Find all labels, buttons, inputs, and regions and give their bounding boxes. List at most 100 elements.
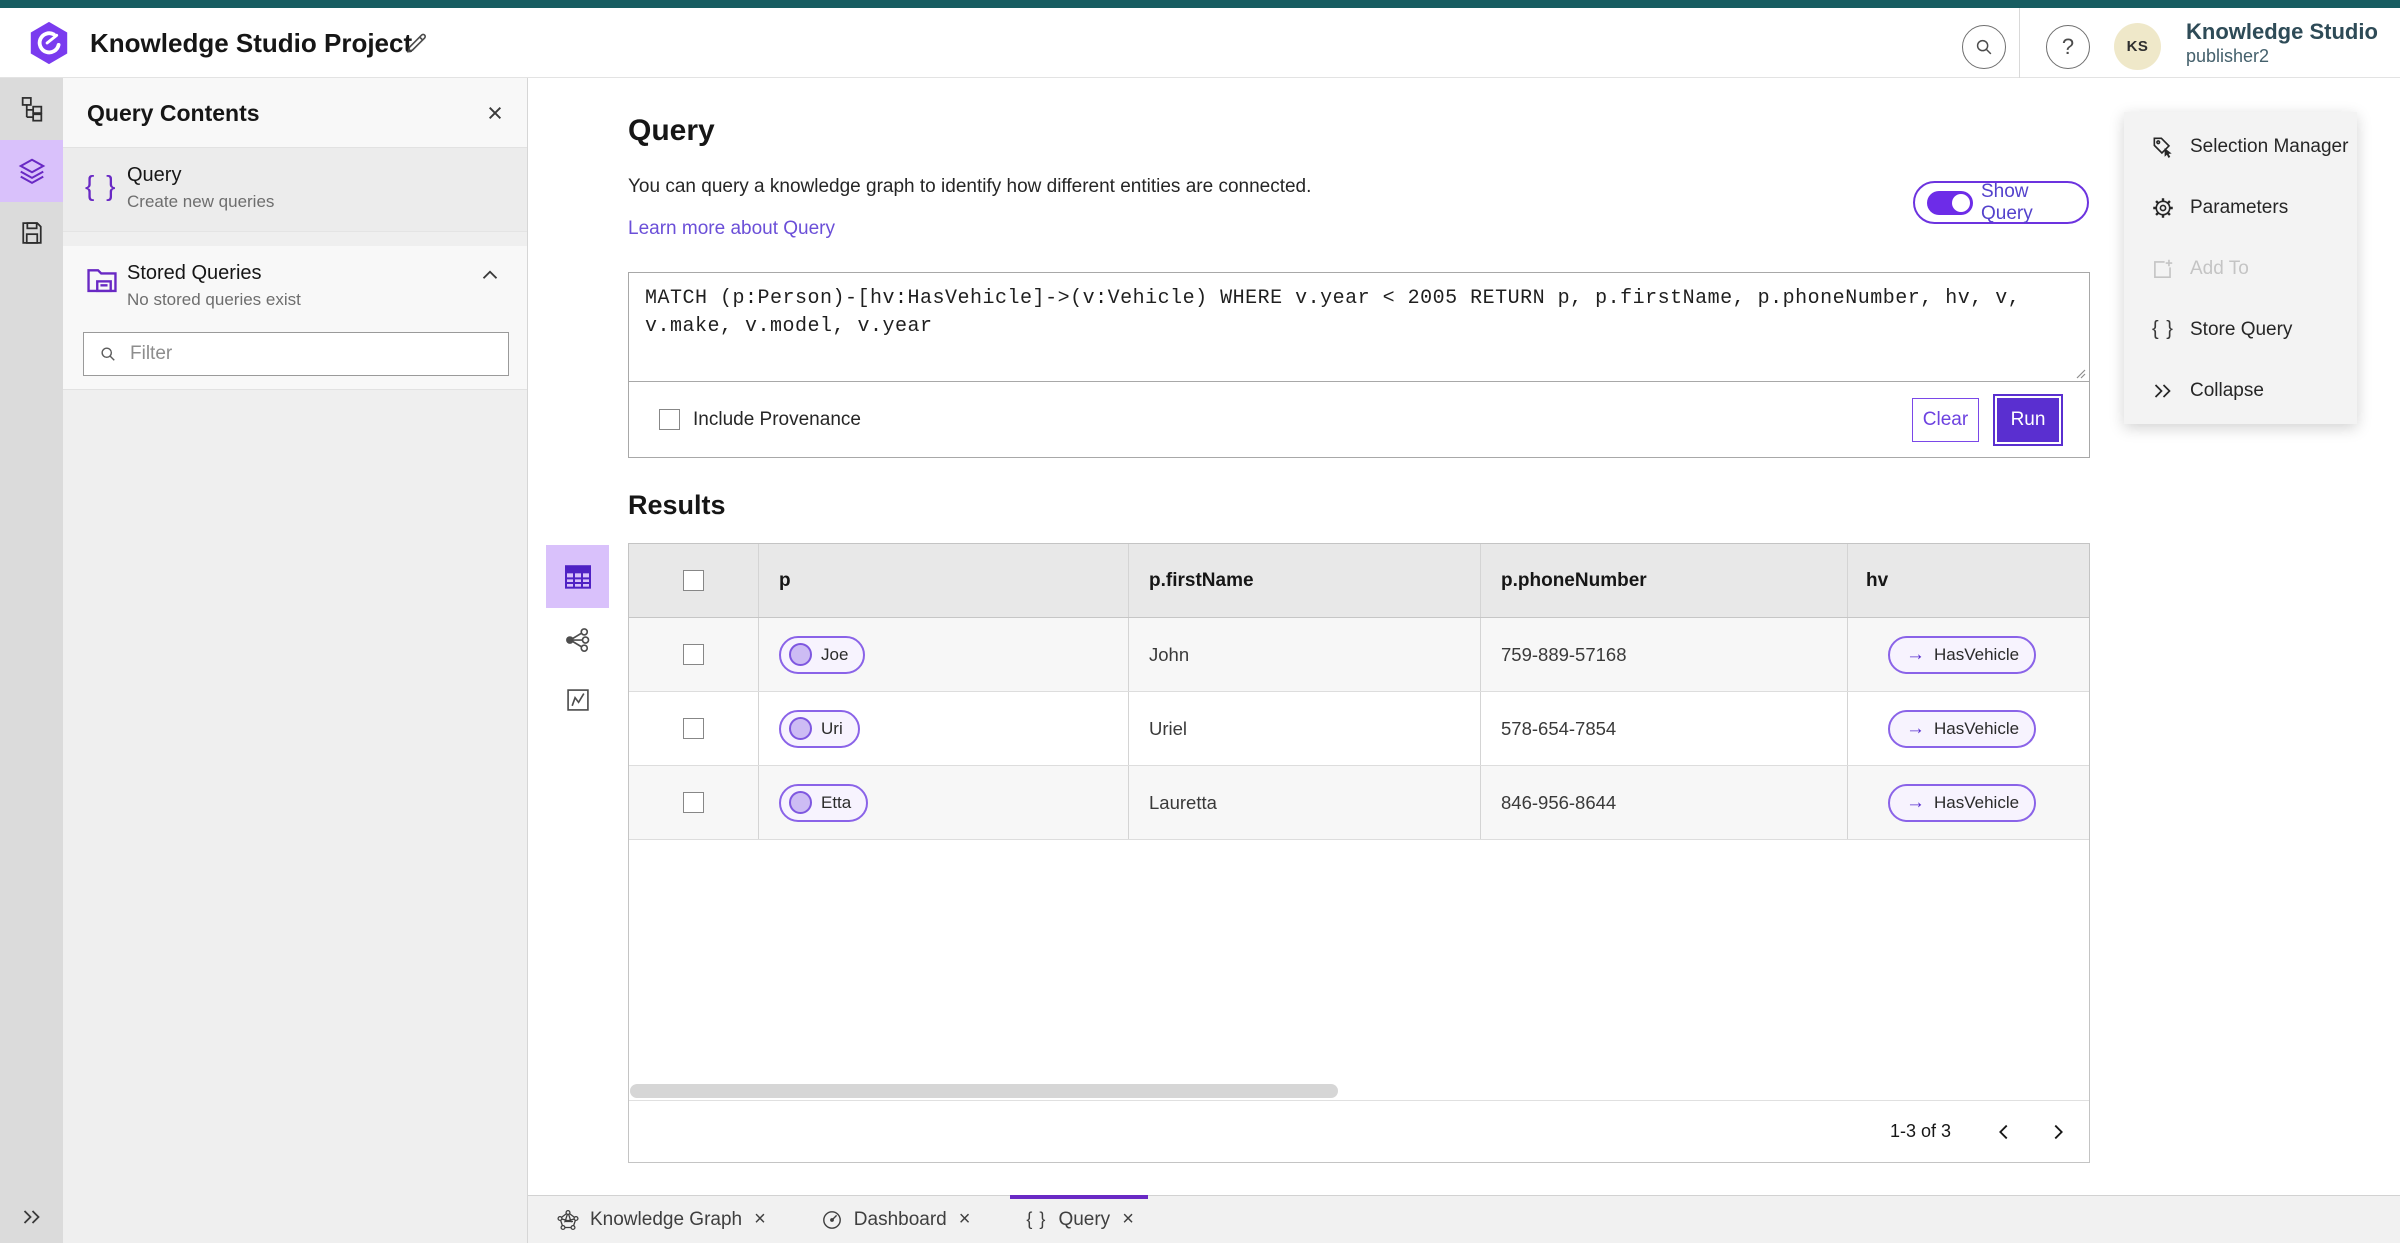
menu-item-collapse[interactable]: Collapse (2124, 360, 2357, 421)
results-title: Results (628, 490, 726, 520)
tab-label: Dashboard (853, 1208, 947, 1230)
row-checkbox[interactable] (683, 644, 704, 665)
select-all-checkbox[interactable] (683, 570, 704, 591)
braces-icon: { } (85, 170, 118, 201)
rail-item-query-layers[interactable] (0, 140, 63, 202)
stored-queries-section: Stored Queries No stored queries exist (63, 246, 527, 390)
header-divider (2019, 8, 2020, 78)
tab-query[interactable]: { } Query × (1010, 1195, 1149, 1243)
toggle-switch[interactable] (1927, 190, 1973, 215)
row-checkbox[interactable] (683, 792, 704, 813)
stored-queries-title: Stored Queries (127, 262, 262, 284)
selection-manager-icon (2150, 134, 2176, 160)
column-header-firstname[interactable]: p.firstName (1129, 544, 1481, 617)
filter-field (83, 332, 509, 376)
main-content: Query You can query a knowledge graph to… (528, 78, 2400, 1195)
chart-view-button[interactable] (546, 678, 609, 722)
menu-item-parameters[interactable]: Parameters (2124, 177, 2357, 238)
panel-item-query[interactable]: { } Query Create new queries (63, 148, 527, 232)
collapse-section-button[interactable] (477, 262, 507, 292)
clear-button[interactable]: Clear (1912, 397, 1979, 442)
cell-first-name: John (1129, 618, 1481, 691)
tab-knowledge-graph[interactable]: Knowledge Graph × (542, 1196, 780, 1243)
graph-view-button[interactable] (546, 618, 609, 662)
cell-first-name: Uriel (1129, 692, 1481, 765)
next-page-button[interactable] (2043, 1117, 2073, 1147)
query-editor-footer: Include Provenance Clear Run (629, 382, 2089, 457)
entity-pill[interactable]: Uri (779, 709, 860, 748)
close-panel-button[interactable]: × (477, 95, 513, 131)
help-icon: ? (2061, 34, 2075, 59)
entity-node-icon (789, 717, 812, 740)
learn-more-link[interactable]: Learn more about Query (628, 218, 835, 240)
chevron-right-icon (2054, 1124, 2063, 1139)
arrow-right-icon: → (1906, 791, 1925, 813)
previous-page-button[interactable] (1989, 1117, 2019, 1147)
page-title: Query (628, 114, 715, 147)
query-item-subtitle: Create new queries (127, 192, 275, 211)
query-text-input[interactable]: MATCH (p:Person)-[hv:HasVehicle]->(v:Veh… (629, 273, 2089, 382)
cell-phone-number: 846-956-8644 (1481, 766, 1848, 839)
entity-node-icon (789, 643, 812, 666)
relationship-pill[interactable]: → HasVehicle (1888, 709, 2037, 748)
close-icon: × (487, 97, 503, 128)
chevron-up-icon (482, 270, 498, 279)
close-tab-icon[interactable]: × (959, 1208, 971, 1231)
column-header-p[interactable]: p (759, 544, 1129, 617)
chart-view-icon (566, 689, 589, 711)
show-query-toggle[interactable]: Show Query (1913, 181, 2089, 224)
row-checkbox[interactable] (683, 718, 704, 739)
double-chevron-right-icon (2150, 378, 2176, 404)
menu-item-store-query[interactable]: { } Store Query (2124, 299, 2357, 360)
column-header-phonenumber[interactable]: p.phoneNumber (1481, 544, 1848, 617)
horizontal-scrollbar[interactable] (630, 1084, 1338, 1098)
expand-rail-button[interactable] (0, 1197, 63, 1237)
pagination-label: 1-3 of 3 (1889, 1121, 1951, 1141)
dashboard-gauge-icon (820, 1208, 844, 1232)
column-header-hv[interactable]: hv (1848, 544, 2089, 617)
entity-pill[interactable]: Joe (779, 635, 866, 674)
user-avatar[interactable]: KS (2114, 23, 2161, 70)
gear-icon (2150, 195, 2176, 221)
braces-icon: { } (2152, 318, 2174, 340)
relationship-pill[interactable]: → HasVehicle (1888, 635, 2037, 674)
top-accent-strip (0, 0, 2400, 8)
edit-title-icon[interactable] (404, 30, 432, 58)
rail-item-save[interactable] (0, 202, 63, 264)
include-provenance-checkbox[interactable] (659, 409, 680, 430)
tab-label: Query (1058, 1208, 1111, 1230)
folder-icon (83, 260, 121, 298)
user-menu[interactable]: Knowledge Studio publisher2 (2186, 19, 2378, 67)
layers-icon (18, 158, 45, 185)
help-button[interactable]: ? (2046, 25, 2090, 69)
query-actions-menu: Selection Manager Parameters Add To {} … (2124, 112, 2357, 424)
search-button[interactable] (1962, 25, 2006, 69)
search-icon (98, 344, 118, 364)
run-button[interactable]: Run (1993, 393, 2063, 446)
page-description: You can query a knowledge graph to ident… (628, 176, 1312, 197)
query-contents-panel: Query Contents × { } Query Create new qu… (63, 78, 528, 1243)
menu-item-add-to: Add To (2124, 238, 2357, 299)
arrow-right-icon: → (1906, 717, 1925, 739)
table-icon (564, 564, 591, 589)
graph-view-icon (565, 628, 589, 652)
close-tab-icon[interactable]: × (1122, 1208, 1134, 1231)
pagination-bar: 1-3 of 3 (629, 1100, 2089, 1162)
braces-icon: { } (1026, 1209, 1047, 1229)
app-logo (26, 20, 72, 66)
chevron-left-icon (1999, 1124, 2008, 1139)
tab-dashboard[interactable]: Dashboard × (806, 1196, 985, 1243)
resize-handle[interactable] (2072, 365, 2086, 379)
toggle-knob (1952, 193, 1970, 212)
results-table: p p.firstName p.phoneNumber hv Joe John … (628, 543, 2090, 1163)
relationship-pill[interactable]: → HasVehicle (1888, 783, 2037, 822)
filter-input[interactable] (130, 343, 490, 365)
username: publisher2 (2186, 46, 2270, 66)
entity-pill[interactable]: Etta (779, 783, 869, 822)
menu-item-selection-manager[interactable]: Selection Manager (2124, 116, 2357, 177)
table-view-button[interactable] (546, 545, 609, 608)
close-tab-icon[interactable]: × (754, 1208, 766, 1231)
rail-item-data-model[interactable] (0, 78, 63, 140)
panel-header: Query Contents × (63, 78, 527, 148)
double-chevron-right-icon (23, 1210, 40, 1224)
